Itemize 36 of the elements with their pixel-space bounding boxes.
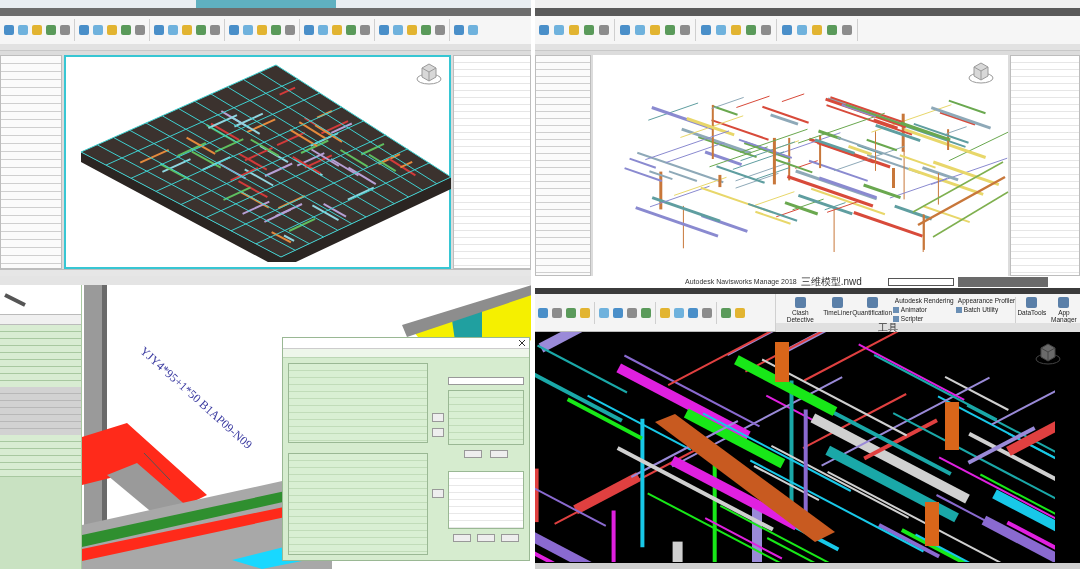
list-box[interactable]	[448, 390, 524, 445]
tool-icon[interactable]	[688, 307, 698, 318]
list-box[interactable]	[288, 363, 428, 443]
move-button[interactable]	[432, 413, 444, 422]
tool-icon[interactable]	[627, 307, 637, 318]
viewcube-icon[interactable]	[968, 61, 994, 85]
tool-icon[interactable]	[674, 307, 684, 318]
group-label: 工具	[878, 323, 898, 333]
dialog-button[interactable]	[453, 534, 471, 542]
tool-icon[interactable]	[641, 307, 651, 318]
viewcube-icon[interactable]	[416, 62, 442, 86]
move-button[interactable]	[432, 428, 444, 437]
tool-icon[interactable]	[580, 307, 590, 318]
list-box[interactable]	[448, 471, 524, 529]
tool-icon[interactable]	[566, 307, 576, 318]
dropdown[interactable]	[448, 377, 524, 385]
tool-icon[interactable]	[538, 307, 548, 318]
dialog-button[interactable]	[464, 450, 482, 458]
tool-icon[interactable]	[613, 307, 623, 318]
list-box[interactable]	[288, 453, 428, 555]
move-button[interactable]	[432, 489, 444, 498]
tool-icon[interactable]	[702, 307, 712, 318]
dialog-button[interactable]	[490, 450, 508, 458]
tool-icon[interactable]	[735, 307, 745, 318]
type-dropdown[interactable]	[0, 315, 81, 325]
search-field[interactable]	[887, 278, 954, 286]
cable-tray-icon	[4, 292, 26, 307]
tool-icon[interactable]	[599, 307, 609, 318]
viewcube-icon[interactable]	[1035, 342, 1061, 366]
dialog-button[interactable]	[477, 534, 495, 542]
dialog-button[interactable]	[501, 534, 519, 542]
file-name: 三维模型.nwd	[800, 277, 862, 287]
close-icon[interactable]	[519, 340, 525, 346]
tool-icon[interactable]	[660, 307, 670, 318]
tool-icon[interactable]	[721, 307, 731, 318]
tool-icon[interactable]	[552, 307, 562, 318]
